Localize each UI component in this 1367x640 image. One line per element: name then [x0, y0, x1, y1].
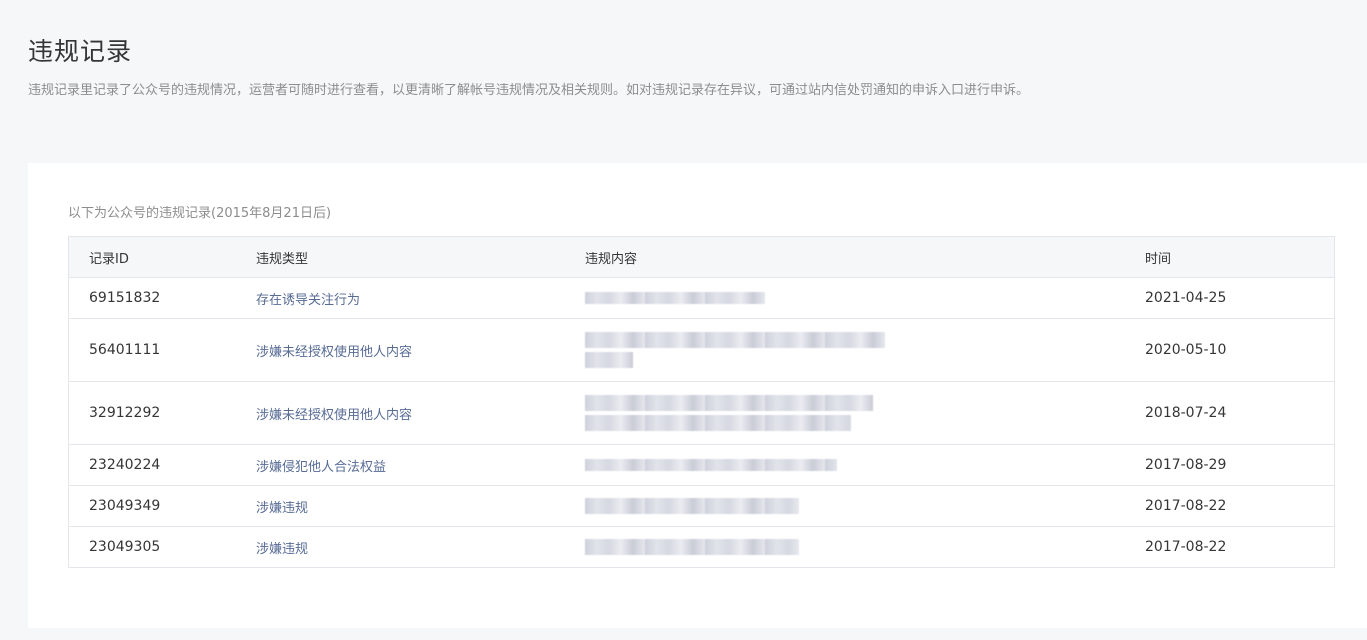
- record-id: 23049349: [89, 498, 161, 514]
- violation-type-link[interactable]: 涉嫌未经授权使用他人内容: [256, 382, 412, 444]
- violation-records-page: 违规记录 违规记录里记录了公众号的违规情况，运营者可随时进行查看，以更清晰了解帐…: [0, 0, 1367, 640]
- record-id: 56401111: [89, 342, 161, 358]
- table-row: 56401111 涉嫌未经授权使用他人内容 2020-05-10: [69, 319, 1334, 382]
- redacted-line: [585, 395, 873, 411]
- redacted-line: [585, 415, 851, 431]
- violation-type-link[interactable]: 存在诱导关注行为: [256, 278, 360, 318]
- violation-type-link[interactable]: 涉嫌未经授权使用他人内容: [256, 319, 412, 381]
- table-row: 69151832 存在诱导关注行为 2021-04-25: [69, 278, 1334, 319]
- redacted-content: [585, 382, 873, 444]
- redacted-line: [585, 459, 837, 471]
- violation-type-link[interactable]: 涉嫌违规: [256, 527, 308, 567]
- records-card: 以下为公众号的违规记录(2015年8月21日后) 记录ID 违规类型 违规内容 …: [28, 163, 1367, 628]
- header-violation-type: 违规类型: [256, 251, 309, 267]
- record-id: 23049305: [89, 539, 161, 555]
- redacted-content: [585, 319, 885, 381]
- table-row: 23049305 涉嫌违规 2017-08-22: [69, 527, 1334, 567]
- record-id: 23240224: [89, 457, 161, 473]
- redacted-content: [585, 527, 799, 567]
- redacted-content: [585, 445, 837, 485]
- page-title: 违规记录: [28, 36, 133, 66]
- redacted-line: [585, 292, 765, 304]
- record-time: 2018-07-24: [1145, 405, 1227, 421]
- redacted-content: [585, 486, 799, 526]
- table-header: 记录ID 违规类型 违规内容 时间: [69, 237, 1334, 278]
- record-id: 32912292: [89, 405, 161, 421]
- record-time: 2017-08-22: [1145, 498, 1227, 514]
- record-time: 2017-08-22: [1145, 539, 1227, 555]
- record-time: 2017-08-29: [1145, 457, 1227, 473]
- record-time: 2021-04-25: [1145, 290, 1227, 306]
- page-description: 违规记录里记录了公众号的违规情况，运营者可随时进行查看，以更清晰了解帐号违规情况…: [28, 83, 1030, 98]
- redacted-line: [585, 352, 633, 368]
- redacted-content: [585, 278, 765, 318]
- table-row: 32912292 涉嫌未经授权使用他人内容 2018-07-24: [69, 382, 1334, 445]
- redacted-line: [585, 539, 799, 555]
- redacted-line: [585, 498, 799, 514]
- redacted-line: [585, 332, 885, 348]
- violation-type-link[interactable]: 涉嫌侵犯他人合法权益: [256, 445, 386, 485]
- violation-records-table: 记录ID 违规类型 违规内容 时间 69151832 存在诱导关注行为 2021…: [68, 236, 1335, 568]
- header-time: 时间: [1145, 251, 1172, 267]
- violation-type-link[interactable]: 涉嫌违规: [256, 486, 308, 526]
- record-time: 2020-05-10: [1145, 342, 1227, 358]
- record-id: 69151832: [89, 290, 161, 306]
- table-row: 23049349 涉嫌违规 2017-08-22: [69, 486, 1334, 527]
- header-violation-content: 违规内容: [585, 251, 638, 267]
- table-row: 23240224 涉嫌侵犯他人合法权益 2017-08-29: [69, 445, 1334, 486]
- table-caption: 以下为公众号的违规记录(2015年8月21日后): [68, 206, 332, 221]
- header-record-id: 记录ID: [89, 251, 129, 267]
